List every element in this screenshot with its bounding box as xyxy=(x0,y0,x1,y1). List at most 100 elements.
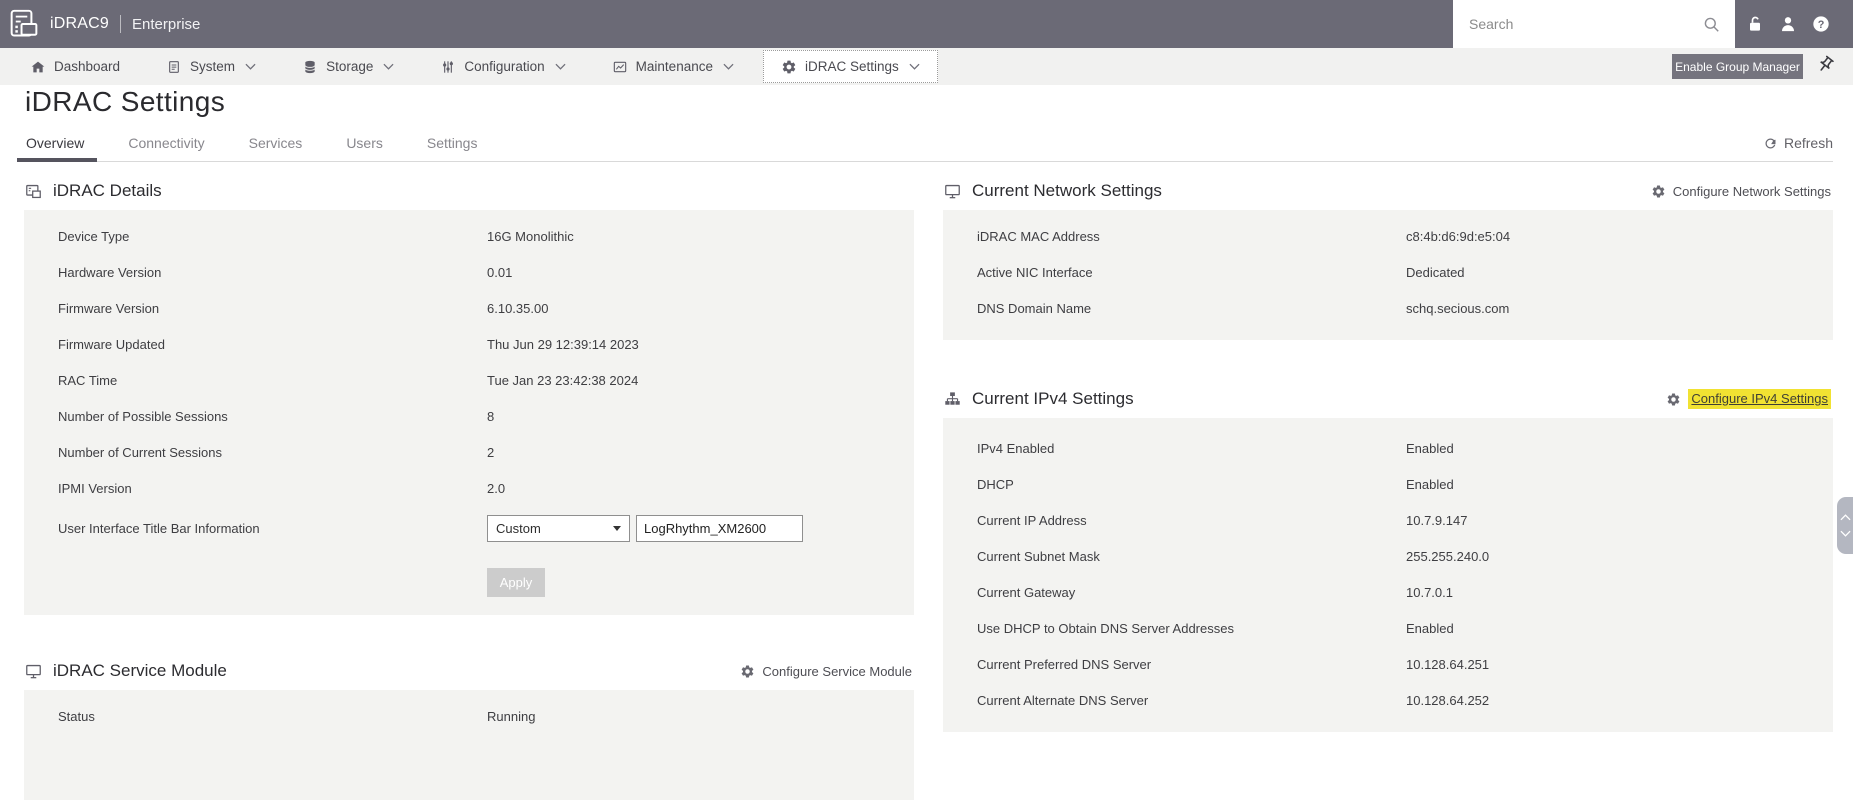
row-label: Use DHCP to Obtain DNS Server Addresses xyxy=(977,620,1234,636)
row-value: 2.0 xyxy=(487,480,506,496)
row-value: Running xyxy=(487,708,536,724)
chevron-down-icon xyxy=(245,63,256,70)
help-icon[interactable] xyxy=(1811,14,1831,34)
idrac-details-panel: iDRAC Details Device Type 16G Monolithic… xyxy=(24,172,914,615)
row-label: Current Subnet Mask xyxy=(977,548,1100,564)
panel-title: Current Network Settings xyxy=(972,181,1162,200)
row-value: c8:4b:d6:9d:e5:04 xyxy=(1406,228,1511,244)
row-value: 0.01 xyxy=(487,264,513,280)
idrac-details-header: iDRAC Details xyxy=(24,172,914,210)
apply-row: Apply xyxy=(24,550,914,601)
select-value: Custom xyxy=(496,520,541,536)
brand-name: iDRAC9 xyxy=(50,15,109,32)
nav-item-dashboard[interactable]: Dashboard xyxy=(30,59,120,75)
scroll-widget[interactable] xyxy=(1837,497,1853,554)
network-settings-body: iDRAC MAC Address c8:4b:d6:9d:e5:04 Acti… xyxy=(943,210,1833,340)
refresh-button[interactable]: Refresh xyxy=(1763,135,1833,151)
tab-connectivity[interactable]: Connectivity xyxy=(126,134,206,161)
detail-row: IPv4 Enabled Enabled xyxy=(943,430,1833,466)
topbar-icon-group xyxy=(1745,0,1831,48)
row-value: 10.128.64.252 xyxy=(1406,692,1490,708)
lock-icon[interactable] xyxy=(1745,14,1765,34)
row-label: Firmware Updated xyxy=(58,336,165,352)
row-label: Firmware Version xyxy=(58,300,160,316)
configuration-icon xyxy=(440,59,456,75)
refresh-label: Refresh xyxy=(1783,135,1833,151)
row-label: Current Alternate DNS Server xyxy=(977,692,1149,708)
link-label-highlighted: Configure IPv4 Settings xyxy=(1688,389,1831,409)
row-value: 16G Monolithic xyxy=(487,228,574,244)
detail-row: Use DHCP to Obtain DNS Server Addresses … xyxy=(943,610,1833,646)
row-label: Number of Possible Sessions xyxy=(58,408,228,424)
detail-row: Current Subnet Mask 255.255.240.0 xyxy=(943,538,1833,574)
ipv4-settings-body: IPv4 Enabled Enabled DHCP Enabled Curren… xyxy=(943,418,1833,732)
network-settings-panel: Current Network Settings Configure Netwo… xyxy=(943,172,1833,340)
network-settings-header: Current Network Settings Configure Netwo… xyxy=(943,172,1833,210)
nav-label: System xyxy=(190,59,236,74)
apply-button[interactable]: Apply xyxy=(487,568,545,597)
detail-row: RAC Time Tue Jan 23 23:42:38 2024 xyxy=(24,362,914,398)
nav-item-idrac-settings[interactable]: iDRAC Settings xyxy=(762,50,938,83)
row-value: 6.10.35.00 xyxy=(487,300,549,316)
row-label: Device Type xyxy=(58,228,130,244)
pin-icon[interactable] xyxy=(1816,55,1835,74)
title-bar-text-input[interactable] xyxy=(636,514,803,542)
nav-item-system[interactable]: System xyxy=(166,59,256,75)
service-module-rows: Status Running xyxy=(24,698,914,734)
detail-row: Number of Possible Sessions 8 xyxy=(24,398,914,434)
link-label: Configure Network Settings xyxy=(1672,183,1831,199)
tab-settings[interactable]: Settings xyxy=(425,134,480,161)
search-icon[interactable] xyxy=(1702,15,1721,34)
detail-row: Device Type 16G Monolithic xyxy=(24,218,914,254)
tab-users[interactable]: Users xyxy=(344,134,385,161)
detail-row: DHCP Enabled xyxy=(943,466,1833,502)
detail-row: DNS Domain Name schq.secious.com xyxy=(943,290,1833,326)
nav-item-configuration[interactable]: Configuration xyxy=(440,59,565,75)
enable-group-manager-button[interactable]: Enable Group Manager xyxy=(1672,54,1803,79)
search-input[interactable] xyxy=(1467,15,1702,33)
scroll-down-icon[interactable] xyxy=(1840,530,1851,537)
configure-network-settings-link[interactable]: Configure Network Settings xyxy=(1651,184,1833,199)
row-value: Enabled xyxy=(1406,476,1454,492)
title-bar-mode-select[interactable]: Custom xyxy=(487,514,630,542)
chevron-down-icon xyxy=(909,63,920,70)
refresh-icon xyxy=(1763,136,1778,151)
detail-row: Hardware Version 0.01 xyxy=(24,254,914,290)
row-label: Status xyxy=(58,708,95,724)
tab-overview[interactable]: Overview xyxy=(16,134,98,162)
row-label: User Interface Title Bar Information xyxy=(58,520,260,536)
nav-item-storage[interactable]: Storage xyxy=(302,59,394,75)
select-arrow-icon xyxy=(613,525,621,531)
row-value: 8 xyxy=(487,408,495,424)
service-module-panel: iDRAC Service Module Configure Service M… xyxy=(24,652,914,800)
row-label: Hardware Version xyxy=(58,264,162,280)
row-label: IPMI Version xyxy=(58,480,132,496)
configure-service-module-link[interactable]: Configure Service Module xyxy=(740,664,914,679)
ipv4-settings-panel: Current IPv4 Settings Configure IPv4 Set… xyxy=(943,380,1833,732)
row-value: Enabled xyxy=(1406,440,1454,456)
detail-row: Current Preferred DNS Server 10.128.64.2… xyxy=(943,646,1833,682)
monitor-icon xyxy=(943,182,962,201)
nav-item-maintenance[interactable]: Maintenance xyxy=(612,59,734,75)
panel-title: Current IPv4 Settings xyxy=(972,389,1134,408)
configure-ipv4-settings-link[interactable]: Configure IPv4 Settings xyxy=(1666,389,1833,409)
row-value: Dedicated xyxy=(1406,264,1465,280)
row-label: Current Gateway xyxy=(977,584,1076,600)
nav-label: Storage xyxy=(326,59,374,74)
row-value: Thu Jun 29 12:39:14 2023 xyxy=(487,336,639,352)
main-nav: Dashboard System Storage Configuration M… xyxy=(0,48,1853,85)
row-value: 10.7.0.1 xyxy=(1406,584,1453,600)
row-value: Tue Jan 23 23:42:38 2024 xyxy=(487,372,639,388)
gear-icon xyxy=(740,664,755,679)
row-label: Current Preferred DNS Server xyxy=(977,656,1152,672)
row-value: 10.128.64.251 xyxy=(1406,656,1490,672)
user-icon[interactable] xyxy=(1778,14,1798,34)
tab-services[interactable]: Services xyxy=(247,134,305,161)
link-label: Configure Service Module xyxy=(762,663,912,679)
scroll-up-icon[interactable] xyxy=(1840,514,1851,521)
tab-bar: Overview Connectivity Services Users Set… xyxy=(16,134,1833,162)
detail-row: Current Gateway 10.7.0.1 xyxy=(943,574,1833,610)
row-value: 255.255.240.0 xyxy=(1406,548,1490,564)
search-box[interactable] xyxy=(1453,0,1735,48)
detail-row: iDRAC MAC Address c8:4b:d6:9d:e5:04 xyxy=(943,218,1833,254)
